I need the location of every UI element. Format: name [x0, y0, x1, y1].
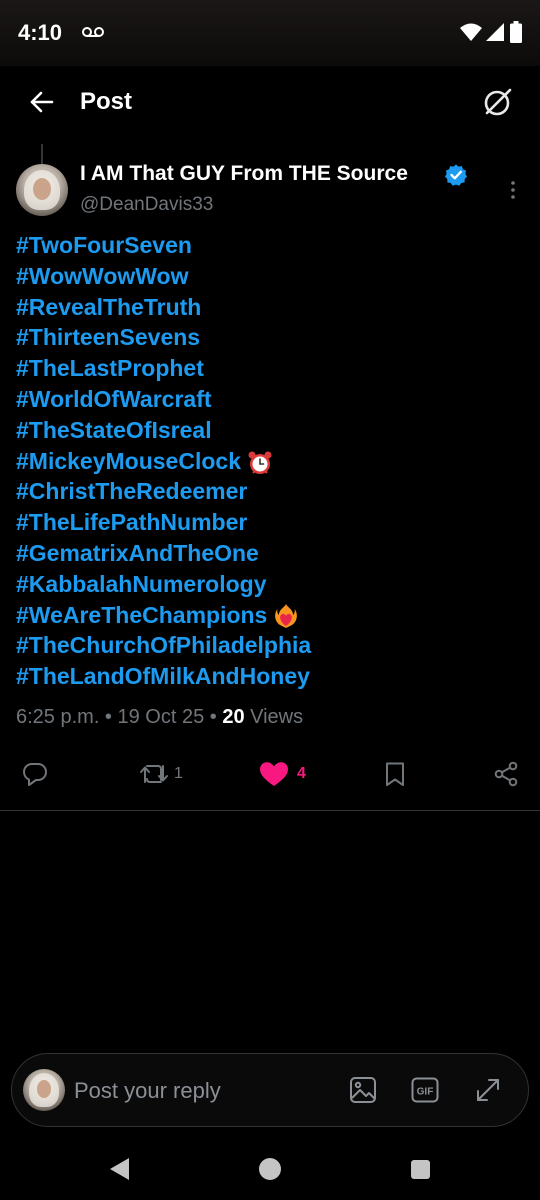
gif-label: GIF: [417, 1087, 434, 1098]
more-options-icon[interactable]: [504, 178, 522, 202]
status-bar: 4:10: [0, 0, 540, 66]
thread-connector-line: [41, 144, 43, 164]
reply-button[interactable]: [22, 756, 48, 792]
bookmark-button[interactable]: [382, 756, 408, 792]
hashtag-link[interactable]: #TheStateOfIsreal: [16, 415, 526, 446]
arrow-left-icon[interactable]: [28, 88, 56, 116]
author-name[interactable]: I AM That GUY From THE Source: [80, 162, 408, 186]
hashtag-link[interactable]: #RevealTheTruth: [16, 292, 526, 323]
hashtag-line: #MickeyMouseClock: [16, 446, 526, 477]
hashtag-link[interactable]: #KabbalahNumerology: [16, 569, 526, 600]
battery-icon: [510, 21, 522, 43]
post-detail-screen: 4:10 Post I AM That GUY From THE Source …: [0, 0, 540, 1200]
reply-composer: GIF: [11, 1053, 529, 1127]
like-count: 4: [297, 765, 306, 782]
post-meta: 6:25 p.m. • 19 Oct 25 • 20 Views: [16, 706, 303, 729]
verified-badge-icon[interactable]: [445, 164, 467, 186]
alarm-clock-icon: [248, 451, 272, 474]
hashtag-link[interactable]: #ChristTheRedeemer: [16, 476, 526, 507]
cell-signal-icon: [486, 23, 504, 41]
hashtag-link[interactable]: #WowWowWow: [16, 261, 526, 292]
like-button[interactable]: 4: [259, 756, 306, 792]
hashtag-link[interactable]: #WeAreTheChampions: [16, 602, 267, 628]
repost-button[interactable]: 1: [138, 756, 183, 792]
repost-icon: [140, 765, 168, 783]
page-title: Post: [80, 88, 133, 115]
image-icon[interactable]: [349, 1076, 377, 1104]
user-avatar: [23, 1069, 65, 1111]
hashtag-link[interactable]: #TheChurchOfPhiladelphia: [16, 630, 526, 661]
hashtag-link[interactable]: #WorldOfWarcraft: [16, 384, 526, 415]
reply-icon: [23, 763, 47, 786]
hashtag-link[interactable]: #TheLastProphet: [16, 353, 526, 384]
author-handle[interactable]: @DeanDavis33: [80, 194, 213, 216]
share-button[interactable]: [493, 756, 519, 792]
grok-icon[interactable]: [482, 86, 514, 118]
nav-back-icon[interactable]: [108, 1157, 130, 1181]
share-icon: [494, 761, 518, 787]
voicemail-icon: [82, 27, 104, 37]
wifi-icon: [460, 23, 482, 41]
hashtag-line: #WeAreTheChampions: [16, 600, 526, 631]
top-app-bar: Post: [0, 66, 540, 140]
post-body: #TwoFourSeven #WowWowWow #RevealTheTruth…: [16, 230, 526, 692]
nav-recents-button[interactable]: [411, 1160, 430, 1179]
nav-home-button[interactable]: [259, 1158, 281, 1180]
gif-icon[interactable]: GIF: [411, 1077, 439, 1103]
hashtag-link[interactable]: #GematrixAndTheOne: [16, 538, 526, 569]
views-count: 20: [222, 706, 245, 728]
reply-input[interactable]: [74, 1074, 314, 1108]
hashtag-link[interactable]: #TwoFourSeven: [16, 230, 526, 261]
hashtag-link[interactable]: #TheLifePathNumber: [16, 507, 526, 538]
heart-filled-icon: [260, 762, 288, 786]
views-label: Views: [244, 706, 304, 728]
bookmark-icon: [386, 762, 404, 786]
status-time: 4:10: [18, 20, 63, 45]
expand-icon[interactable]: [474, 1076, 502, 1104]
author-avatar[interactable]: [16, 164, 68, 216]
post-timestamp[interactable]: 6:25 p.m. • 19 Oct 25 •: [16, 706, 222, 728]
hashtag-link[interactable]: #MickeyMouseClock: [16, 448, 241, 474]
hashtag-link[interactable]: #ThirteenSevens: [16, 322, 526, 353]
hashtag-link[interactable]: #TheLandOfMilkAndHoney: [16, 661, 526, 692]
repost-count: 1: [174, 765, 183, 782]
heart-on-fire-icon: [275, 604, 298, 629]
post-action-bar: 1 4: [0, 756, 540, 796]
divider: [0, 810, 540, 811]
